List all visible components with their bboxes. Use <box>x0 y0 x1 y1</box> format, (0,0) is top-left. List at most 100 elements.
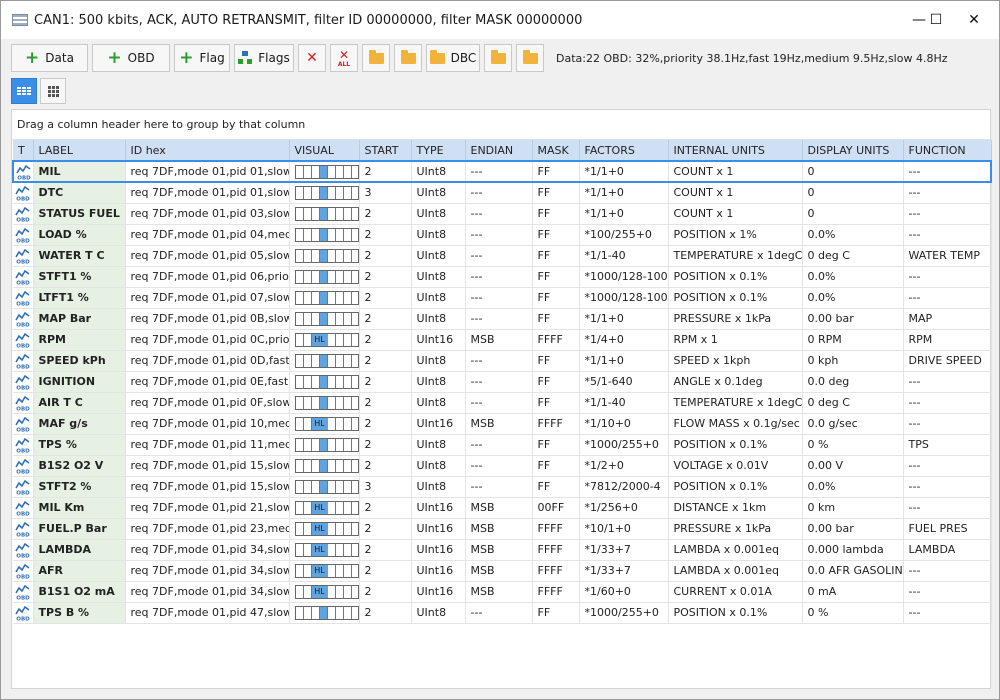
table-row[interactable]: OBD STFT2 % req 7DF,mode 01,pid 15,slow 3 UI… <box>13 476 992 498</box>
delete-button[interactable]: ✕ <box>298 44 326 72</box>
obd-chart-icon: OBD <box>15 185 31 202</box>
function-cell: --- <box>903 413 992 435</box>
column-header[interactable]: T <box>13 140 34 162</box>
table-row[interactable]: OBD SPEED kPh req 7DF,mode 01,pid 0D,fast 2… <box>13 350 992 372</box>
function-cell: RPM <box>903 329 992 351</box>
table-row[interactable]: OBDRPMreq 7DF,mode 01,pid 0C,priorityHL2… <box>13 329 992 351</box>
table-row[interactable]: OBD STATUS FUEL req 7DF,mode 01,pid 03,slo… <box>13 203 992 225</box>
column-header[interactable]: FACTORS <box>579 140 669 162</box>
column-header[interactable]: VISUAL <box>289 140 360 162</box>
group-by-area[interactable]: Drag a column header here to group by th… <box>12 110 990 140</box>
byte-marker <box>319 186 327 199</box>
internal-cell: COUNT x 1 <box>668 160 803 183</box>
mask-cell: FF <box>532 371 580 393</box>
table-row[interactable]: OBD MIL req 7DF,mode 01,pid 01,slow 2 UInt8-… <box>12 160 992 183</box>
byte-visual-bar: HL <box>294 584 358 599</box>
column-header[interactable]: LABEL <box>33 140 126 162</box>
table-row[interactable]: OBD FUEL.P Bar req 7DF,mode 01,pid 23,med H… <box>13 518 992 540</box>
import-button[interactable] <box>484 44 512 72</box>
table-row[interactable]: OBD AIR T Creq 7DF,mode 01,pid 0F,slow 2 UI… <box>13 392 992 414</box>
table-row[interactable]: OBD LOAD % req 7DF,mode 01,pid 04,med 2 UInt… <box>13 224 992 246</box>
byte-visual-bar <box>294 227 358 242</box>
byte-marker <box>319 165 327 178</box>
start-cell: 2 <box>359 266 412 288</box>
factors-cell: *1000/255+0 <box>579 434 669 456</box>
endian-cell: MSB <box>465 581 533 603</box>
dbc-button[interactable]: DBC <box>426 44 480 72</box>
hl-marker: HL <box>311 543 328 556</box>
hl-marker: HL <box>311 333 328 346</box>
label-cell: LOAD % <box>33 224 126 246</box>
start-cell: 2 <box>359 455 412 477</box>
start-cell: 2 <box>359 581 412 603</box>
add-flag-button[interactable]: + Flag <box>174 44 230 72</box>
byte-visual-bar: HL <box>294 416 358 431</box>
add-flag-label: Flag <box>199 51 225 65</box>
column-header[interactable]: ENDIAN <box>465 140 533 162</box>
add-obd-button[interactable]: + OBD <box>92 44 170 72</box>
visual-cell <box>289 287 360 309</box>
svg-text:OBD: OBD <box>16 238 30 243</box>
add-folder-button[interactable] <box>394 44 422 72</box>
open-folder-button[interactable] <box>362 44 390 72</box>
table-row[interactable]: OBD B1S2 O2 Vreq 7DF,mode 01,pid 15,slow 2… <box>13 455 992 477</box>
table-row[interactable]: OBD B1S1 O2 mA req 7DF,mode 01,pid 34,slow… <box>13 581 992 603</box>
svg-text:OBD: OBD <box>16 511 30 516</box>
byte-marker <box>319 375 327 388</box>
table-row[interactable]: OBD DTC req 7DF,mode 01,pid 01,slow 3 UInt8-… <box>13 182 992 204</box>
list-view-button[interactable] <box>11 78 37 104</box>
table-row[interactable]: OBD WATER T Creq 7DF,mode 01,pid 05,slow 2… <box>13 245 992 267</box>
obd-chart-icon: OBD <box>15 605 31 622</box>
column-header[interactable]: TYPE <box>411 140 466 162</box>
visual-cell <box>289 392 360 414</box>
endian-cell: --- <box>465 182 533 204</box>
column-header[interactable]: DISPLAY UNITS <box>802 140 904 162</box>
internal-cell: PRESSURE x 1kPa <box>668 518 803 540</box>
table-row[interactable]: OBD MAP Bar req 7DF,mode 01,pid 0B,slow 2 UI… <box>13 308 992 330</box>
visual-cell <box>289 160 360 183</box>
table-row[interactable]: OBD TPS B % req 7DF,mode 01,pid 47,slow 2 UI… <box>13 602 992 624</box>
column-header[interactable]: START <box>359 140 412 162</box>
obd-chart-icon: OBD <box>15 521 31 538</box>
column-header[interactable]: INTERNAL UNITS <box>668 140 803 162</box>
start-cell: 2 <box>359 518 412 540</box>
column-header[interactable]: ID hex <box>125 140 290 162</box>
table-row[interactable]: OBD LAMBDA req 7DF,mode 01,pid 34,slow HL 2 U… <box>13 539 992 561</box>
type-cell: OBD <box>13 413 34 435</box>
table-row[interactable]: OBD LTFT1 % req 7DF,mode 01,pid 07,slow 2 UI… <box>13 287 992 309</box>
lock-folder-button[interactable] <box>516 44 544 72</box>
svg-text:OBD: OBD <box>16 595 30 600</box>
visual-cell <box>289 203 360 225</box>
obd-chart-icon: OBD <box>15 563 31 580</box>
table-row[interactable]: OBD IGNITION req 7DF,mode 01,pid 0E,fast 2 U… <box>13 371 992 393</box>
obd-chart-icon: OBD <box>15 374 31 391</box>
tile-view-button[interactable] <box>40 78 66 104</box>
id-cell: req 7DF,mode 01,pid 0E,fast <box>125 371 290 393</box>
add-data-button[interactable]: + Data <box>11 44 88 72</box>
endian-cell: --- <box>465 287 533 309</box>
column-header[interactable]: MASK <box>532 140 580 162</box>
label-cell: RPM <box>33 329 126 351</box>
table-row[interactable]: OBD AFR req 7DF,mode 01,pid 34,slow HL 2 UInt… <box>13 560 992 582</box>
tile-view-icon <box>47 85 59 97</box>
folder-import-icon <box>490 49 506 64</box>
table-row[interactable]: OBD MAF g/s req 7DF,mode 01,pid 10,med HL 2 U… <box>13 413 992 435</box>
delete-all-button[interactable]: ✕ ALL <box>330 44 358 72</box>
obd-chart-icon: OBD <box>15 395 31 412</box>
label-cell: B1S1 O2 mA <box>33 581 126 603</box>
id-cell: req 7DF,mode 01,pid 0F,slow <box>125 392 290 414</box>
table-row[interactable]: OBDSTFT1 %req 7DF,mode 01,pid 06,priorit… <box>13 266 992 288</box>
flags-button[interactable]: Flags <box>234 44 294 72</box>
table-row[interactable]: OBD TPS % req 7DF,mode 01,pid 11,med 2 UInt8… <box>13 434 992 456</box>
folder-open-icon <box>368 49 384 64</box>
byte-marker <box>319 459 327 472</box>
maximize-button[interactable]: ☐ <box>917 1 955 39</box>
label-cell: LAMBDA <box>33 539 126 561</box>
svg-text:OBD: OBD <box>16 574 30 579</box>
column-header[interactable]: FUNCTION <box>903 140 992 162</box>
internal-cell: TEMPERATURE x 1degC <box>668 392 803 414</box>
table-row[interactable]: OBD MIL Km req 7DF,mode 01,pid 21,slow HL 2 U… <box>13 497 992 519</box>
svg-text:OBD: OBD <box>16 448 30 453</box>
close-button[interactable]: ✕ <box>955 1 993 39</box>
internal-cell: DISTANCE x 1km <box>668 497 803 519</box>
